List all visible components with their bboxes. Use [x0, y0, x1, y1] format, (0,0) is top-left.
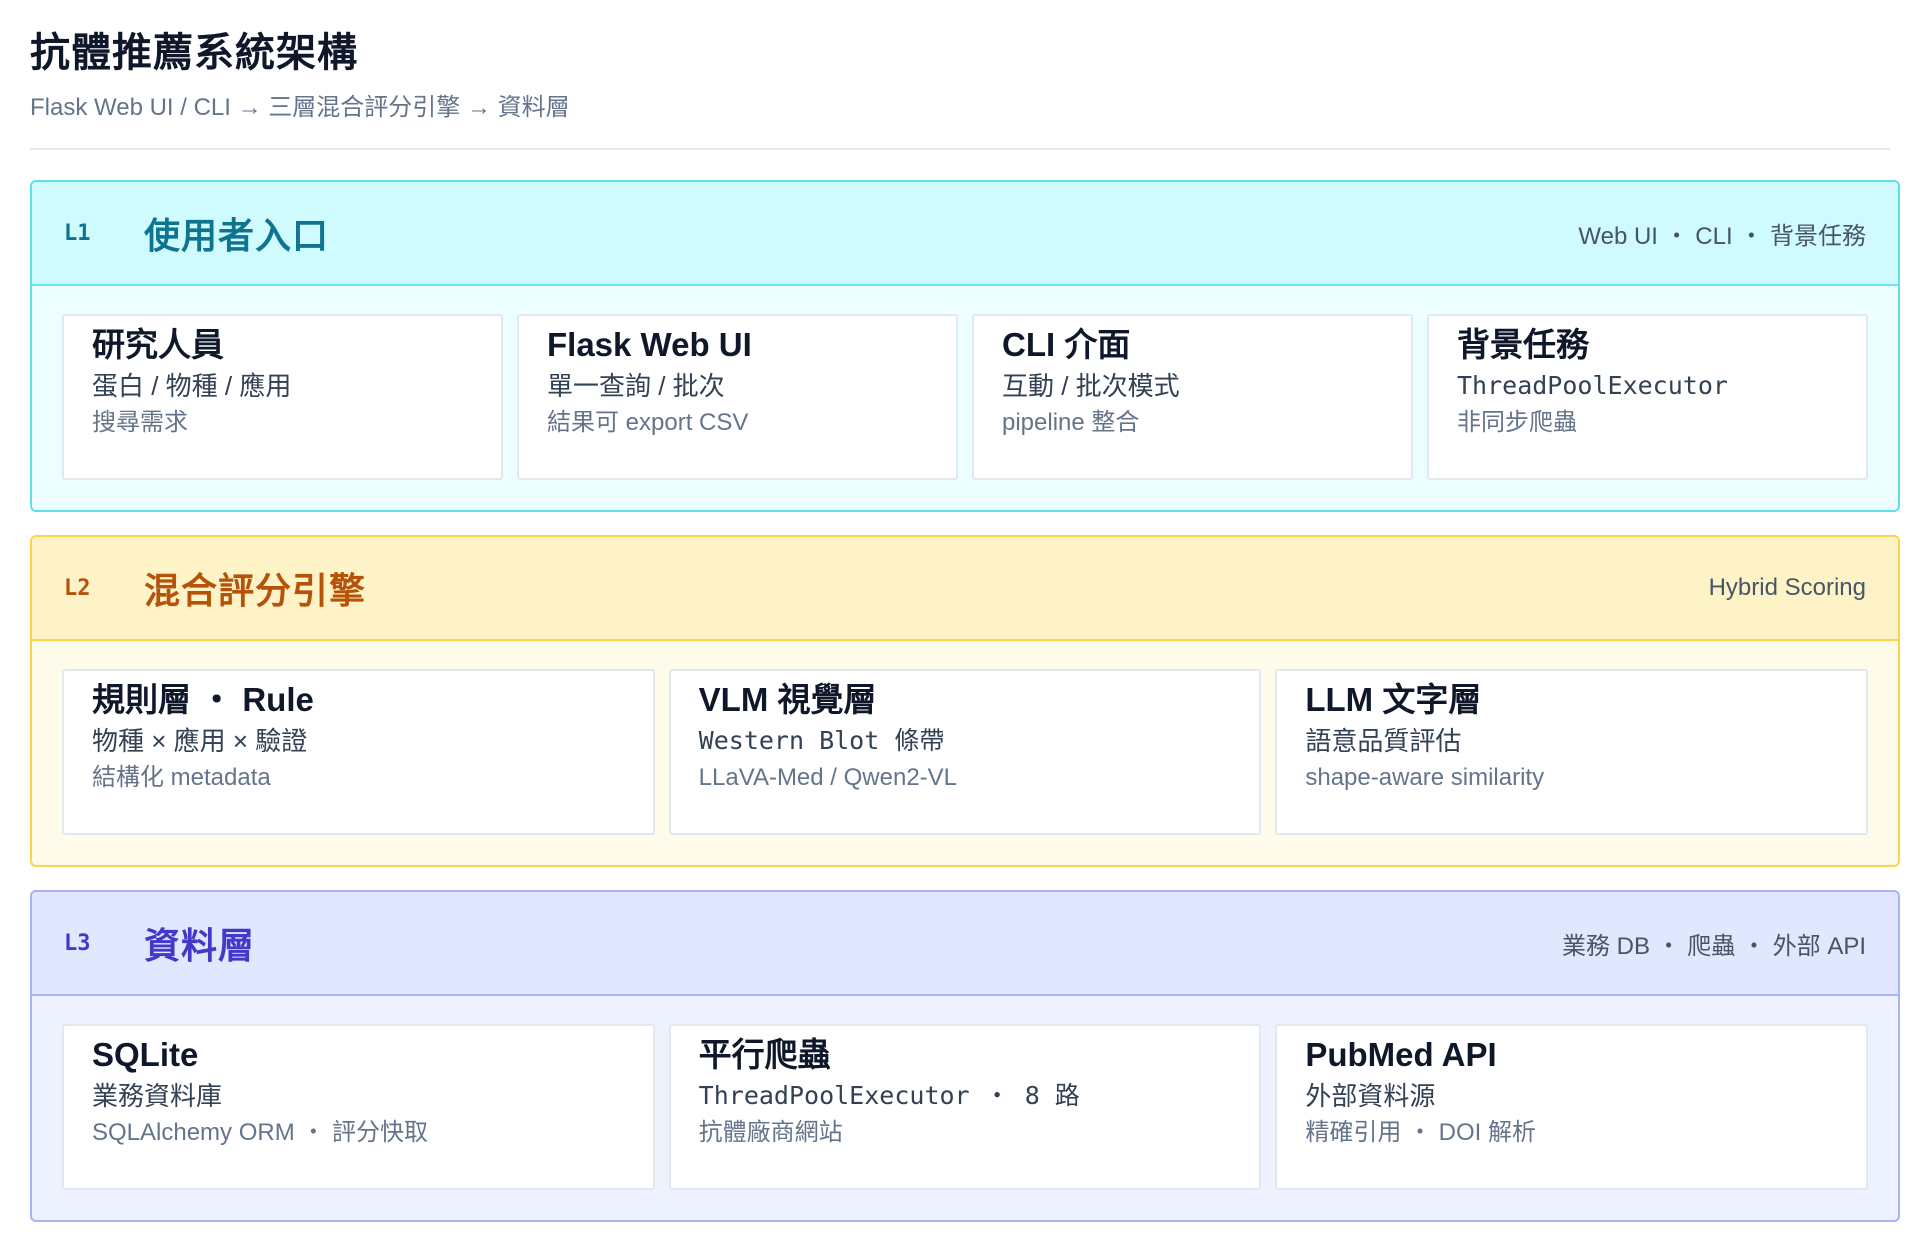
card-detail: ThreadPoolExecutor ・ 8 路: [698, 1081, 1080, 1110]
layer-note: 業務 DB ・ 爬蟲 ・ 外部 API: [1561, 932, 1866, 960]
layer-code: L1: [64, 220, 91, 246]
card-detail: 語意品質評估: [1305, 726, 1462, 756]
layer-header: L3 資料層 業務 DB ・ 爬蟲 ・ 外部 API: [32, 892, 1898, 996]
card-background-task: 背景任務 ThreadPoolExecutor 非同步爬蟲: [1427, 314, 1868, 480]
card-title: CLI 介面: [1002, 326, 1131, 363]
page-subtitle: Flask Web UI / CLI → 三層混合評分引擎 → 資料層: [30, 94, 570, 121]
layer-code: L2: [64, 575, 91, 601]
card-detail: 互動 / 批次模式: [1002, 371, 1180, 401]
layer-cards: 研究人員 蛋白 / 物種 / 應用 搜尋需求 Flask Web UI 單一查詢…: [32, 286, 1898, 480]
card-note: 精確引用 ・ DOI 解析: [1305, 1119, 1537, 1146]
card-title: 背景任務: [1457, 326, 1589, 363]
card-detail: 單一查詢 / 批次: [547, 371, 725, 401]
card-title: VLM 視覺層: [698, 681, 877, 718]
layer-name: 混合評分引擎: [144, 570, 367, 611]
card-title: 平行爬蟲: [698, 1036, 831, 1073]
card-note: 非同步爬蟲: [1457, 409, 1577, 436]
card-title: 研究人員: [92, 326, 224, 363]
card-note: SQLAlchemy ORM ・ 評分快取: [92, 1119, 429, 1146]
card-detail: 業務資料庫: [92, 1081, 223, 1111]
card-title: LLM 文字層: [1305, 681, 1482, 718]
header-divider: [30, 148, 1890, 150]
card-detail: 外部資料源: [1305, 1081, 1436, 1111]
card-note: pipeline 整合: [1002, 409, 1140, 436]
card-cli: CLI 介面 互動 / 批次模式 pipeline 整合: [972, 314, 1413, 480]
card-sqlite: SQLite 業務資料庫 SQLAlchemy ORM ・ 評分快取: [62, 1024, 655, 1190]
layer-cards: 規則層 ・ Rule 物種 × 應用 × 驗證 結構化 metadata VLM…: [32, 641, 1898, 835]
card-detail: ThreadPoolExecutor: [1457, 371, 1728, 400]
card-llm-layer: LLM 文字層 語意品質評估 shape-aware similarity: [1275, 669, 1869, 835]
card-flask-web-ui: Flask Web UI 單一查詢 / 批次 結果可 export CSV: [517, 314, 958, 480]
layer-hybrid-scoring: L2 混合評分引擎 Hybrid Scoring 規則層 ・ Rule 物種 ×…: [30, 535, 1900, 867]
layer-header: L2 混合評分引擎 Hybrid Scoring: [32, 537, 1898, 641]
card-title: Flask Web UI: [547, 326, 752, 363]
layer-data: L3 資料層 業務 DB ・ 爬蟲 ・ 外部 API SQLite 業務資料庫 …: [30, 890, 1900, 1222]
card-vlm-layer: VLM 視覺層 Western Blot 條帶 LLaVA-Med / Qwen…: [668, 669, 1262, 835]
card-parallel-crawler: 平行爬蟲 ThreadPoolExecutor ・ 8 路 抗體廠商網站: [668, 1024, 1262, 1190]
page-title: 抗體推薦系統架構: [30, 31, 358, 75]
layer-code: L3: [64, 930, 91, 956]
card-note: 搜尋需求: [92, 409, 188, 436]
card-detail: 物種 × 應用 × 驗證: [92, 726, 308, 756]
card-note: 結果可 export CSV: [547, 409, 749, 436]
card-pubmed-api: PubMed API 外部資料源 精確引用 ・ DOI 解析: [1275, 1024, 1869, 1190]
layer-note: Web UI ・ CLI ・ 背景任務: [1578, 222, 1866, 250]
card-researcher: 研究人員 蛋白 / 物種 / 應用 搜尋需求: [62, 314, 503, 480]
layer-name: 使用者入口: [144, 215, 330, 256]
layer-note: Hybrid Scoring: [1708, 574, 1866, 601]
layer-header: L1 使用者入口 Web UI ・ CLI ・ 背景任務: [32, 182, 1898, 286]
card-detail: Western Blot 條帶: [698, 726, 945, 755]
card-title: 規則層 ・ Rule: [92, 681, 314, 718]
card-detail: 蛋白 / 物種 / 應用: [92, 371, 292, 401]
card-note: shape-aware similarity: [1305, 764, 1545, 791]
card-note: LLaVA-Med / Qwen2-VL: [698, 764, 958, 791]
card-note: 結構化 metadata: [92, 764, 271, 791]
card-title: PubMed API: [1305, 1036, 1497, 1073]
card-note: 抗體廠商網站: [698, 1119, 843, 1146]
layer-name: 資料層: [144, 925, 256, 966]
layer-cards: SQLite 業務資料庫 SQLAlchemy ORM ・ 評分快取 平行爬蟲 …: [32, 996, 1898, 1190]
architecture-page: 抗體推薦系統架構 Flask Web UI / CLI → 三層混合評分引擎 →…: [0, 0, 1920, 1260]
card-rule-layer: 規則層 ・ Rule 物種 × 應用 × 驗證 結構化 metadata: [62, 669, 655, 835]
layer-user-entry: L1 使用者入口 Web UI ・ CLI ・ 背景任務 研究人員 蛋白 / 物…: [30, 180, 1900, 512]
card-title: SQLite: [92, 1036, 199, 1073]
